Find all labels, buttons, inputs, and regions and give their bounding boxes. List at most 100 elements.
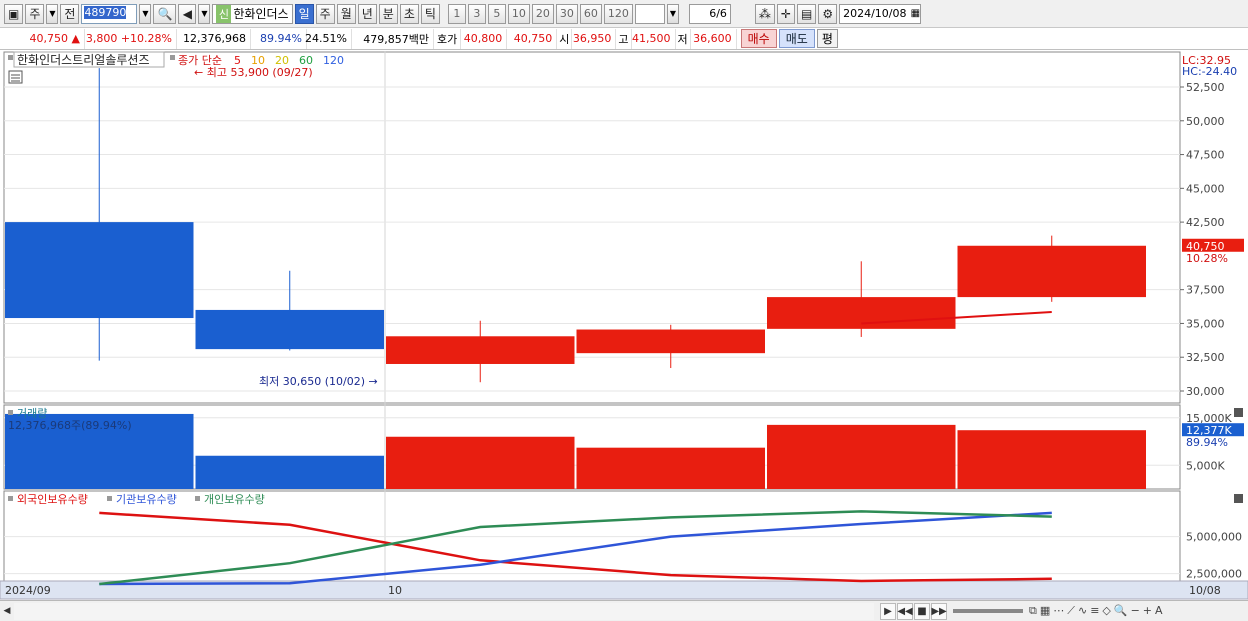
interval-5[interactable]: 5 bbox=[487, 3, 506, 24]
price-tick-label: 42,500 bbox=[1186, 216, 1225, 229]
holdings-close-icon bbox=[1234, 494, 1243, 503]
copy-icon[interactable]: ⧉ bbox=[1029, 604, 1037, 618]
zoom-slider[interactable] bbox=[953, 609, 1023, 613]
period-day[interactable]: 일 bbox=[294, 3, 314, 24]
scroll-right-icon[interactable]: ▶ bbox=[880, 602, 896, 620]
custom-interval-dropdown-icon[interactable]: ▼ bbox=[666, 3, 679, 24]
stock-name: 한화인더스 bbox=[233, 7, 289, 21]
period-year[interactable]: 년 bbox=[357, 3, 377, 24]
period-month[interactable]: 월 bbox=[336, 3, 356, 24]
price-tick-label: 37,500 bbox=[1186, 284, 1225, 297]
interval-30[interactable]: 30 bbox=[555, 3, 578, 24]
stock-title: 한화인더스트리얼솔루션즈 bbox=[17, 53, 149, 67]
fib-icon[interactable]: ≡ bbox=[1090, 604, 1099, 618]
stock-code-input[interactable]: 489790 bbox=[81, 3, 138, 24]
ma-period-5: 5 bbox=[234, 54, 241, 67]
fast-forward-icon[interactable]: ▶▶ bbox=[931, 602, 947, 620]
trade-amount: 479,857백만 bbox=[352, 28, 434, 49]
shape-icon[interactable]: ◇ bbox=[1102, 604, 1110, 618]
scroll-left-icon[interactable]: ◀ bbox=[0, 603, 14, 620]
window-icon[interactable]: ▣ bbox=[4, 3, 24, 24]
save-icon[interactable]: ▤ bbox=[796, 3, 817, 24]
interval-60[interactable]: 60 bbox=[579, 3, 602, 24]
stop-icon[interactable]: ■ bbox=[914, 602, 930, 620]
new-listing-badge: 신 bbox=[216, 4, 232, 23]
stock-name-field[interactable]: 신 한화인더스 bbox=[212, 3, 293, 24]
hc-label: HC:-24.40 bbox=[1182, 65, 1237, 78]
volume-bar bbox=[386, 436, 575, 489]
dotted-line-icon[interactable]: ⋯ bbox=[1053, 604, 1064, 618]
search-icon[interactable]: 🔍 bbox=[153, 3, 177, 24]
last-price-pct: 10.28% bbox=[1186, 252, 1228, 265]
volume-tick-label: 5,000K bbox=[1186, 459, 1225, 472]
text-icon[interactable]: A bbox=[1155, 604, 1163, 618]
holding-tick-label: 2,500,000 bbox=[1186, 568, 1242, 581]
chart-scrollbar[interactable]: ◀ ▶ ◀◀ ■ ▶▶ ⧉ ▦ ⋯ ⟋ ∿ ≡ ◇ 🔍 − + A bbox=[0, 600, 1248, 621]
candle-body bbox=[195, 309, 384, 350]
wave-icon[interactable]: ∿ bbox=[1078, 604, 1087, 618]
code-dropdown-icon[interactable]: ▼ bbox=[139, 3, 152, 24]
prev-button[interactable]: 전 bbox=[60, 3, 80, 24]
price-tick-label: 32,500 bbox=[1186, 351, 1225, 364]
gear-icon[interactable]: ⚙ bbox=[818, 3, 838, 24]
custom-interval-input[interactable] bbox=[634, 3, 665, 24]
price-tick-label: 47,500 bbox=[1186, 149, 1225, 162]
holding-legend-marker bbox=[107, 496, 112, 501]
plus-icon[interactable]: + bbox=[1143, 604, 1152, 618]
interval-120[interactable]: 120 bbox=[603, 3, 633, 24]
layout-icon[interactable]: ▦ bbox=[1040, 604, 1050, 618]
scroll-track[interactable] bbox=[14, 602, 874, 620]
chart-canvas[interactable]: ← 최고 53,900 (09/27) 최저 30,650 (10/02) → 5… bbox=[0, 51, 1248, 601]
price-tick-label: 45,000 bbox=[1186, 182, 1225, 195]
market-label: 주 bbox=[29, 7, 41, 21]
volume-bar bbox=[195, 455, 384, 489]
quote-bar: 40,750 ▲ 3,800 +10.28% 12,376,968 89.94%… bbox=[0, 28, 1248, 50]
period-tick[interactable]: 틱 bbox=[420, 3, 440, 24]
trend-line-icon[interactable]: ⟋ bbox=[1067, 604, 1075, 618]
price-tick-label: 52,500 bbox=[1186, 81, 1225, 94]
volume-tick-label: 15,000K bbox=[1186, 412, 1232, 425]
price-value: 40,750 bbox=[29, 32, 69, 45]
rewind-icon[interactable]: ◀◀ bbox=[897, 602, 913, 620]
speaker-icon[interactable]: ◀ bbox=[178, 3, 197, 24]
x-label-date: 10/08 bbox=[1189, 584, 1221, 597]
zoom-in-icon[interactable]: 🔍 bbox=[1114, 604, 1128, 618]
ma-period-60: 60 bbox=[299, 54, 313, 67]
buy-button[interactable]: 매수 bbox=[740, 29, 777, 48]
interval-20[interactable]: 20 bbox=[531, 3, 554, 24]
candle-body bbox=[5, 222, 194, 319]
date-field[interactable]: 2024/10/08 ▦ bbox=[839, 3, 922, 24]
period-second[interactable]: 초 bbox=[399, 3, 419, 24]
interval-3[interactable]: 3 bbox=[467, 3, 486, 24]
calendar-icon[interactable]: ▦ bbox=[911, 8, 920, 19]
page-count[interactable]: 6/6 bbox=[688, 3, 731, 24]
holding-legend-marker bbox=[8, 496, 13, 501]
ma-label: 종가 단순 bbox=[178, 54, 222, 67]
change-pct: +10.28% bbox=[120, 32, 172, 45]
crosshair-icon[interactable]: ✛ bbox=[776, 3, 795, 24]
interval-1[interactable]: 1 bbox=[447, 3, 466, 24]
period-week[interactable]: 주 bbox=[315, 3, 335, 24]
volume-value: 12,376,968 bbox=[177, 28, 251, 49]
period-minute[interactable]: 분 bbox=[378, 3, 398, 24]
open-label: 시 bbox=[557, 28, 573, 49]
volume-bar bbox=[957, 430, 1146, 489]
speaker-dropdown-icon[interactable]: ▼ bbox=[198, 3, 211, 24]
bid-price: 40,750 bbox=[507, 28, 558, 49]
market-select[interactable]: 주 bbox=[25, 3, 45, 24]
high-label: 고 bbox=[616, 28, 632, 49]
chevron-down-icon[interactable]: ▼ bbox=[46, 3, 59, 24]
candle-body bbox=[386, 336, 575, 364]
last-volume-pct: 89.94% bbox=[1186, 436, 1228, 449]
interval-10[interactable]: 10 bbox=[507, 3, 530, 24]
sell-button[interactable]: 매도 bbox=[778, 29, 815, 48]
volume-marker bbox=[8, 410, 13, 415]
average-button[interactable]: 평 bbox=[816, 29, 838, 48]
chart-area[interactable]: ← 최고 53,900 (09/27) 최저 30,650 (10/02) → 5… bbox=[0, 51, 1248, 601]
volume-bar bbox=[576, 447, 765, 489]
holding-tick-label: 5,000,000 bbox=[1186, 531, 1242, 544]
minus-icon[interactable]: − bbox=[1131, 604, 1140, 618]
holding-legend-1: 기관보유수량 bbox=[116, 493, 177, 506]
link-icon[interactable]: ⁂ bbox=[754, 3, 775, 24]
ma-period-10: 10 bbox=[251, 54, 265, 67]
